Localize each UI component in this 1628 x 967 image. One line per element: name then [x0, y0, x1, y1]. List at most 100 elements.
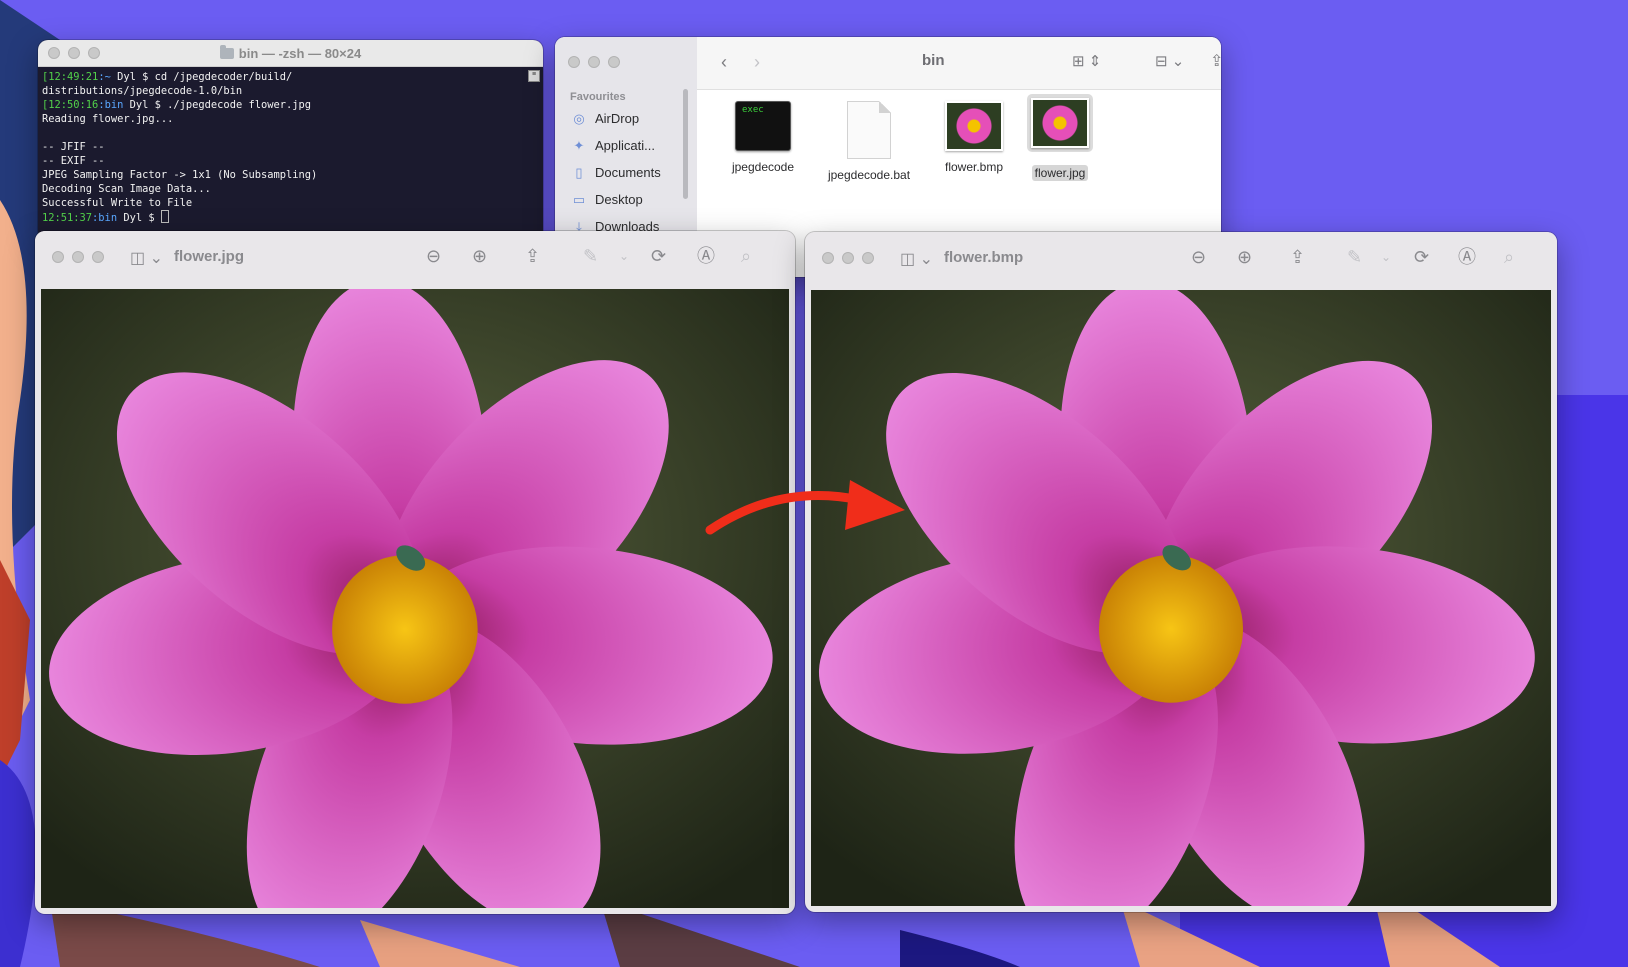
executable-icon: exec [735, 101, 791, 151]
preview-image-canvas[interactable] [41, 289, 789, 908]
close-button[interactable] [822, 252, 834, 264]
terminal-line: distributions/jpegdecode-1.0/bin [42, 84, 525, 98]
terminal-output[interactable]: [12:49:21:~ Dyl $ cd /jpegdecoder/build/… [42, 70, 525, 240]
minimize-button[interactable] [72, 251, 84, 263]
window-controls [52, 251, 104, 263]
folder-icon [219, 45, 234, 59]
markup-pen-icon[interactable]: ✎ [583, 246, 598, 266]
prompt-path: :bin [98, 99, 124, 111]
terminal-scroll-icon[interactable]: ≡ [528, 70, 540, 82]
image-thumbnail-icon [945, 101, 1003, 151]
terminal-line: -- JFIF -- [42, 140, 525, 154]
flower-image [41, 289, 789, 908]
selection-highlight [1027, 94, 1093, 152]
zoom-out-icon[interactable]: ⊖ [1191, 247, 1206, 267]
zoom-out-icon[interactable]: ⊖ [426, 246, 441, 266]
sidebar-toggle-icon[interactable]: ◫ ⌄ [130, 248, 163, 268]
file-name: jpegdecode.bat [827, 168, 911, 182]
file-flower-jpg[interactable]: flower.jpg [1012, 94, 1108, 182]
file-jpegdecode-bat[interactable]: jpegdecode.bat [821, 101, 917, 184]
close-button[interactable] [568, 56, 580, 68]
markup-pen-icon[interactable]: ✎ [1347, 247, 1362, 267]
terminal-titlebar[interactable]: bin — -zsh — 80×24 [38, 40, 543, 67]
terminal-line: [12:50:16:bin Dyl $ ./jpegdecode flower.… [42, 98, 525, 112]
rotate-icon[interactable]: ⟳ [651, 246, 666, 266]
prompt-path: :~ [98, 71, 111, 83]
terminal-title: bin — -zsh — 80×24 [38, 45, 543, 61]
airdrop-icon: ◎ [573, 110, 585, 126]
file-name: flower.bmp [944, 160, 1004, 174]
line-text: Reading flower.jpg... [42, 113, 174, 125]
zoom-in-icon[interactable]: ⊕ [472, 246, 487, 266]
sidebar-item-desktop[interactable]: ▭ Desktop [571, 192, 643, 207]
desktop-icon: ▭ [572, 191, 586, 207]
line-text: -- JFIF -- [42, 141, 105, 153]
line-text: -- EXIF -- [42, 155, 105, 167]
preview-title: flower.jpg [174, 248, 245, 265]
close-button[interactable] [52, 251, 64, 263]
zoom-button[interactable] [608, 56, 620, 68]
image-thumbnail-icon [1031, 98, 1089, 148]
share-icon[interactable]: ⇪ [1210, 53, 1221, 71]
line-text [42, 127, 48, 139]
prompt-time: [12:49:21 [42, 71, 99, 83]
line-text: Successful Write to File [42, 197, 193, 209]
terminal-line: JPEG Sampling Factor -> 1x1 (No Subsampl… [42, 168, 525, 182]
preview-toolbar: ◫ ⌄ flower.jpg ⊖ ⊕ ⇪ ✎ ⌄ ⟳ Ⓐ ⌕ [35, 231, 795, 283]
back-icon[interactable]: ‹ [721, 53, 727, 71]
preview-title: flower.bmp [944, 249, 1024, 266]
preview-toolbar: ◫ ⌄ flower.bmp ⊖ ⊕ ⇪ ✎ ⌄ ⟳ Ⓐ ⌕ [805, 232, 1557, 284]
grid-view-icon[interactable]: ⊞ ⇕ [1072, 53, 1101, 71]
terminal-line [42, 126, 525, 140]
search-icon[interactable]: ⌕ [741, 246, 751, 266]
sidebar-item-airdrop[interactable]: ◎ AirDrop [571, 111, 639, 126]
line-text: Decoding Scan Image Data... [42, 183, 211, 195]
file-name: flower.jpg [1031, 165, 1089, 181]
folder-title: bin [922, 52, 945, 69]
markup-dropdown-icon[interactable]: ⌄ [1381, 247, 1391, 267]
sidebar-scrollbar[interactable] [683, 89, 688, 199]
terminal-line: -- EXIF -- [42, 154, 525, 168]
sidebar-item-applications[interactable]: ✦ Applicati... [571, 138, 655, 153]
line-text: Dyl $ ./jpegdecode flower.jpg [123, 99, 312, 111]
forward-icon[interactable]: › [754, 53, 760, 71]
terminal-line: Successful Write to File [42, 196, 525, 210]
finder-toolbar: ‹ › bin ⊞ ⇕ ⊟ ⌄ ⇪ » ⌕ [697, 37, 1221, 90]
search-icon[interactable]: ⌕ [1504, 247, 1514, 267]
window-controls [568, 56, 620, 68]
line-text: distributions/jpegdecode-1.0/bin [42, 85, 243, 97]
terminal-line: 12:51:37:bin Dyl $ [42, 210, 525, 225]
preview-window-jpg[interactable]: ◫ ⌄ flower.jpg ⊖ ⊕ ⇪ ✎ ⌄ ⟳ Ⓐ ⌕ [35, 231, 795, 914]
document-icon [847, 101, 891, 159]
annotate-icon[interactable]: Ⓐ [1458, 247, 1476, 267]
share-icon[interactable]: ⇪ [1290, 247, 1305, 267]
preview-image-canvas[interactable] [811, 290, 1551, 906]
red-arrow-annotation [705, 480, 905, 535]
file-name: jpegdecode [731, 160, 795, 174]
favourites-heading: Favourites [570, 91, 626, 103]
file-flower-bmp[interactable]: flower.bmp [926, 101, 1022, 176]
annotate-icon[interactable]: Ⓐ [697, 246, 715, 266]
line-text: Dyl $ cd /jpegdecoder/build/ [110, 71, 293, 83]
prompt-path: :bin [92, 212, 118, 224]
sidebar-toggle-icon[interactable]: ◫ ⌄ [900, 249, 933, 269]
line-text: JPEG Sampling Factor -> 1x1 (No Subsampl… [42, 169, 318, 181]
rotate-icon[interactable]: ⟳ [1414, 247, 1429, 267]
terminal-line: Decoding Scan Image Data... [42, 182, 525, 196]
share-icon[interactable]: ⇪ [525, 246, 540, 266]
preview-window-bmp[interactable]: ◫ ⌄ flower.bmp ⊖ ⊕ ⇪ ✎ ⌄ ⟳ Ⓐ ⌕ [805, 232, 1557, 912]
flower-image [811, 290, 1551, 906]
terminal-line: Reading flower.jpg... [42, 112, 525, 126]
prompt-time: [12:50:16 [42, 99, 99, 111]
terminal-window[interactable]: bin — -zsh — 80×24 [12:49:21:~ Dyl $ cd … [38, 40, 543, 240]
group-icon[interactable]: ⊟ ⌄ [1155, 53, 1184, 71]
sidebar-item-documents[interactable]: ▯ Documents [571, 164, 660, 180]
markup-dropdown-icon[interactable]: ⌄ [619, 246, 629, 266]
file-jpegdecode[interactable]: exec jpegdecode [715, 101, 811, 176]
minimize-button[interactable] [588, 56, 600, 68]
minimize-button[interactable] [842, 252, 854, 264]
zoom-button[interactable] [92, 251, 104, 263]
zoom-in-icon[interactable]: ⊕ [1237, 247, 1252, 267]
zoom-button[interactable] [862, 252, 874, 264]
document-icon: ▯ [575, 164, 583, 180]
